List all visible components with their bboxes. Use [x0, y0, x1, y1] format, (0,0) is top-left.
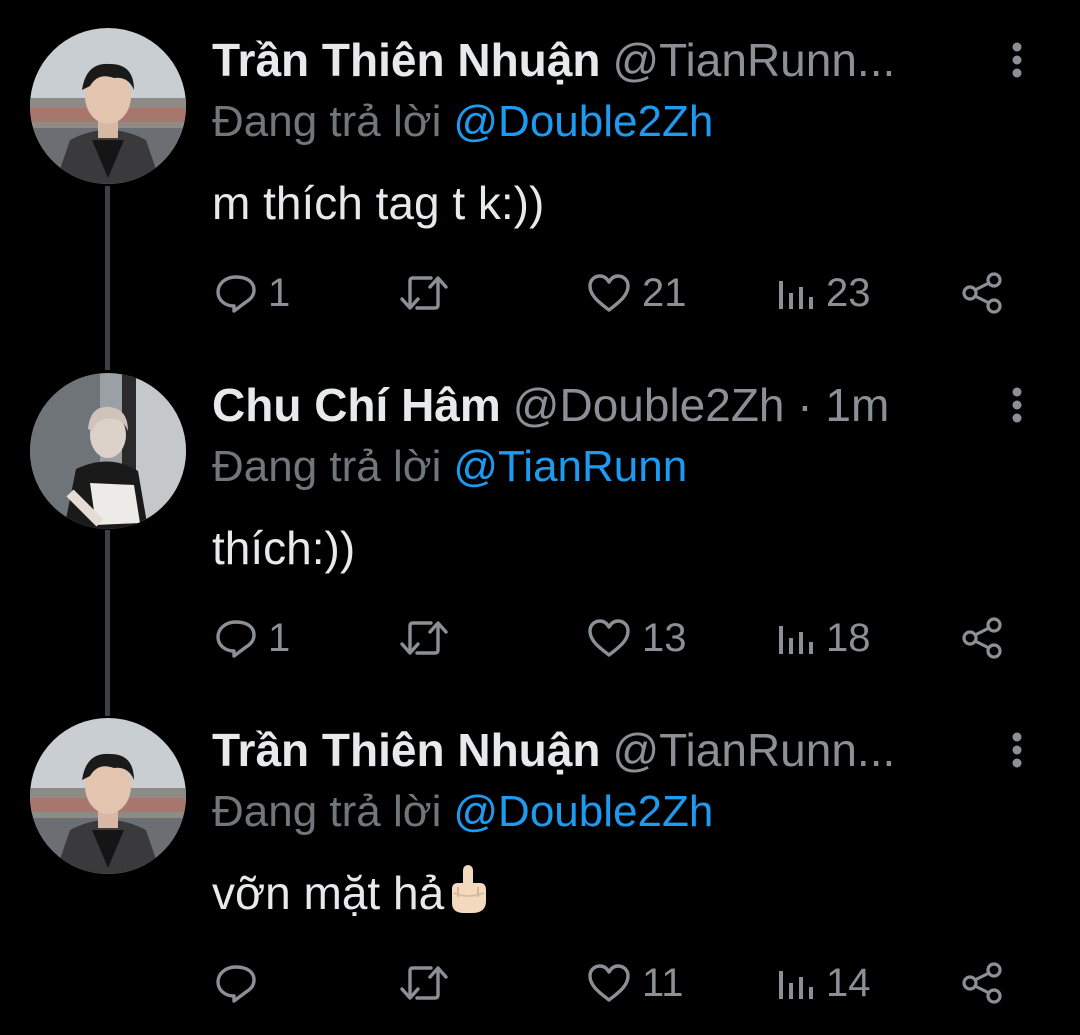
- more-options-icon[interactable]: [1004, 385, 1030, 425]
- display-name[interactable]: Chu Chí Hâm: [212, 379, 501, 431]
- profile-photo-icon: [30, 28, 186, 184]
- share-icon: [960, 961, 1004, 1005]
- replying-to: Đang trả lời @TianRunn: [212, 437, 687, 497]
- retweet-button[interactable]: [398, 958, 460, 1008]
- avatar[interactable]: [30, 28, 186, 184]
- replying-to-label: Đang trả lời: [212, 442, 442, 491]
- mention-link[interactable]: @Double2Zh: [453, 787, 713, 836]
- reply-button[interactable]: 1: [214, 613, 290, 663]
- middle-finger-emoji-icon: [446, 863, 490, 930]
- like-count: 13: [642, 616, 687, 660]
- views-count: 14: [826, 961, 871, 1005]
- like-count: 21: [642, 271, 687, 315]
- views-chart-icon: [776, 961, 816, 1005]
- like-button[interactable]: 13: [586, 613, 687, 663]
- tweet-text: vỡn mặt hả: [212, 867, 445, 919]
- heart-icon: [586, 616, 632, 660]
- tweet-text: thích:)): [212, 522, 356, 574]
- tweet[interactable]: Trần Thiên Nhuận @TianRunn... Đang trả lờ…: [0, 0, 1080, 345]
- views-count: 23: [826, 271, 871, 315]
- more-options-icon[interactable]: [1004, 730, 1030, 770]
- heart-icon: [586, 961, 632, 1005]
- profile-photo-icon: [30, 373, 186, 529]
- views-button[interactable]: 14: [776, 958, 871, 1008]
- share-button[interactable]: [960, 268, 1004, 318]
- views-button[interactable]: 18: [776, 613, 871, 663]
- tweet[interactable]: Trần Thiên Nhuận @TianRunn... Đang trả lờ…: [0, 690, 1080, 1035]
- reply-count: 1: [268, 616, 291, 660]
- retweet-icon: [398, 616, 450, 660]
- more-options-icon[interactable]: [1004, 40, 1030, 80]
- reply-count: 1: [268, 271, 291, 315]
- display-name[interactable]: Trần Thiên Nhuận: [212, 724, 600, 776]
- tweet-text-container: vỡn mặt hả: [212, 862, 490, 930]
- share-icon: [960, 271, 1004, 315]
- display-name[interactable]: Trần Thiên Nhuận: [212, 34, 600, 86]
- reply-icon: [214, 271, 258, 315]
- retweet-icon: [398, 271, 450, 315]
- mention-link[interactable]: @TianRunn: [453, 442, 687, 491]
- retweet-icon: [398, 961, 450, 1005]
- tweet-header: Trần Thiên Nhuận @TianRunn...: [212, 30, 992, 90]
- like-count: 11: [642, 961, 684, 1005]
- user-handle[interactable]: @TianRunn...: [612, 724, 895, 776]
- replying-to-label: Đang trả lời: [212, 97, 442, 146]
- avatar[interactable]: [30, 718, 186, 874]
- profile-photo-icon: [30, 718, 186, 874]
- like-button[interactable]: 11: [586, 958, 684, 1008]
- views-count: 18: [826, 616, 871, 660]
- views-button[interactable]: 23: [776, 268, 871, 318]
- tweet-text: m thích tag t k:)): [212, 177, 545, 229]
- reply-icon: [214, 961, 258, 1005]
- replying-to: Đang trả lời @Double2Zh: [212, 782, 713, 842]
- user-handle[interactable]: @TianRunn...: [612, 34, 895, 86]
- tweet[interactable]: Chu Chí Hâm @Double2Zh · 1m Đang trả lời @…: [0, 345, 1080, 690]
- views-chart-icon: [776, 616, 816, 660]
- avatar[interactable]: [30, 373, 186, 529]
- heart-icon: [586, 271, 632, 315]
- retweet-button[interactable]: [398, 268, 460, 318]
- views-chart-icon: [776, 271, 816, 315]
- retweet-button[interactable]: [398, 613, 460, 663]
- replying-to-label: Đang trả lời: [212, 787, 442, 836]
- tweet-header: Trần Thiên Nhuận @TianRunn...: [212, 720, 992, 780]
- user-handle[interactable]: @Double2Zh · 1m: [513, 379, 890, 431]
- share-button[interactable]: [960, 613, 1004, 663]
- reply-icon: [214, 616, 258, 660]
- share-icon: [960, 616, 1004, 660]
- reply-button[interactable]: [214, 958, 268, 1008]
- share-button[interactable]: [960, 958, 1004, 1008]
- reply-button[interactable]: 1: [214, 268, 290, 318]
- replying-to: Đang trả lời @Double2Zh: [212, 92, 713, 152]
- tweet-header: Chu Chí Hâm @Double2Zh · 1m: [212, 375, 992, 435]
- mention-link[interactable]: @Double2Zh: [453, 97, 713, 146]
- like-button[interactable]: 21: [586, 268, 687, 318]
